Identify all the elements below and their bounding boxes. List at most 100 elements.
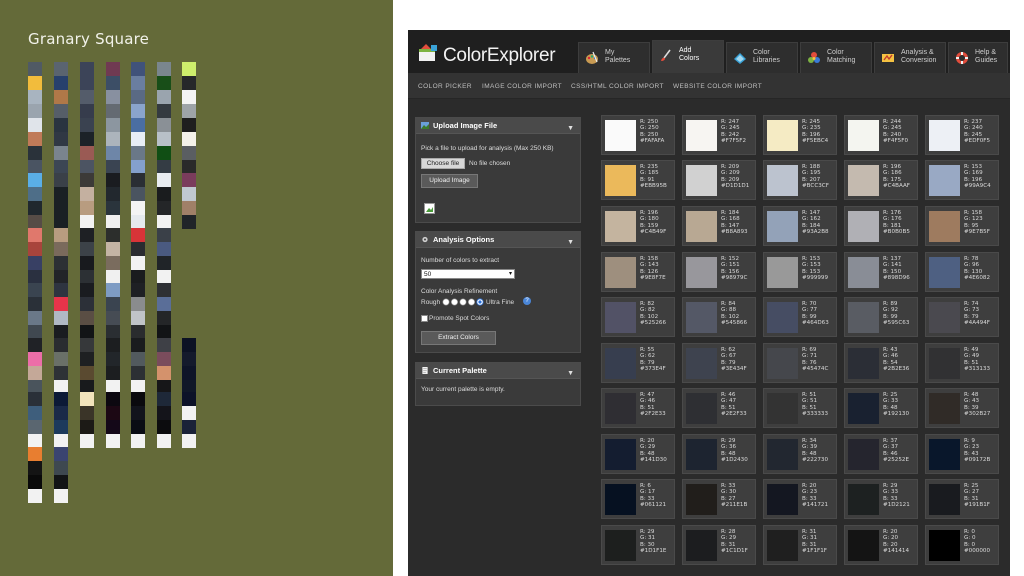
color-swatch-card[interactable]: R: 34 G: 39 B: 48 #222730 [763,434,837,474]
color-swatch-card[interactable]: R: 37 G: 37 B: 46 #25252E [844,434,918,474]
help-icon[interactable]: ? [523,297,531,305]
color-swatch-card[interactable]: R: 20 G: 23 B: 33 #141721 [763,479,837,519]
tab-help-guides[interactable]: Help & Guides [948,42,1008,73]
color-swatch[interactable] [929,439,960,470]
color-swatch-card[interactable]: R: 78 G: 96 B: 130 #4E6082 [925,252,999,292]
color-swatch[interactable] [767,257,798,288]
color-swatch[interactable] [686,165,717,196]
color-swatch-card[interactable]: R: 55 G: 62 B: 79 #373E4F [601,343,675,383]
color-swatch-card[interactable]: R: 29 G: 36 B: 48 #1D2430 [682,434,756,474]
color-swatch-card[interactable]: R: 25 G: 27 B: 31 #191B1F [925,479,999,519]
color-swatch[interactable] [929,120,960,151]
color-swatch[interactable] [605,302,636,333]
color-swatch[interactable] [686,393,717,424]
color-swatch-card[interactable]: R: 51 G: 51 B: 51 #333333 [763,388,837,428]
color-swatch[interactable] [686,530,717,561]
upload-image-panel-header[interactable]: Upload Image File ▼ [416,118,580,134]
color-swatch-card[interactable]: R: 33 G: 30 B: 27 #211E1B [682,479,756,519]
color-swatch[interactable] [686,439,717,470]
color-swatch[interactable] [605,120,636,151]
subnav-website-color-import[interactable]: WEBSITE COLOR IMPORT [673,83,762,90]
color-swatch[interactable] [605,484,636,515]
color-swatch[interactable] [848,120,879,151]
color-swatch-card[interactable]: R: 89 G: 92 B: 99 #595C63 [844,297,918,337]
color-swatch[interactable] [605,211,636,242]
color-swatch[interactable] [605,257,636,288]
tab-my-palettes[interactable]: My Palettes [578,42,650,73]
subnav-color-picker[interactable]: COLOR PICKER [418,83,472,90]
color-swatch[interactable] [929,393,960,424]
color-swatch-card[interactable]: R: 196 G: 180 B: 159 #C4B49F [601,206,675,246]
color-swatch[interactable] [767,484,798,515]
color-swatch[interactable] [767,348,798,379]
subnav-css-html-color-import[interactable]: CSS/HTML COLOR IMPORT [571,83,664,90]
color-swatch-card[interactable]: R: 196 G: 186 B: 175 #C4BAAF [844,160,918,200]
color-swatch-card[interactable]: R: 244 G: 245 B: 240 #F4F5F0 [844,115,918,155]
color-swatch[interactable] [848,484,879,515]
color-swatch-card[interactable]: R: 84 G: 88 B: 102 #545866 [682,297,756,337]
color-swatch[interactable] [848,348,879,379]
color-swatch[interactable] [848,302,879,333]
tab-color-matching[interactable]: Color Matching [800,42,872,73]
color-swatch-card[interactable]: R: 245 G: 235 B: 196 #F5EBC4 [763,115,837,155]
color-swatch[interactable] [848,257,879,288]
tab-analysis-conversion[interactable]: Analysis & Conversion [874,42,946,73]
color-swatch[interactable] [848,165,879,196]
color-swatch-card[interactable]: R: 188 G: 195 B: 207 #BCC3CF [763,160,837,200]
color-swatch[interactable] [605,393,636,424]
refinement-radio-group[interactable] [442,298,484,306]
color-swatch[interactable] [605,530,636,561]
color-swatch[interactable] [929,211,960,242]
color-swatch-card[interactable]: R: 147 G: 162 B: 184 #93A2B8 [763,206,837,246]
color-swatch[interactable] [848,530,879,561]
color-swatch-card[interactable]: R: 237 G: 240 B: 245 #EDF0F5 [925,115,999,155]
color-swatch[interactable] [605,165,636,196]
color-swatch-card[interactable]: R: 20 G: 20 B: 20 #141414 [844,525,918,565]
color-swatch[interactable] [686,211,717,242]
color-swatch[interactable] [767,302,798,333]
color-swatch-card[interactable]: R: 0 G: 0 B: 0 #000000 [925,525,999,565]
color-swatch[interactable] [767,165,798,196]
color-swatch[interactable] [767,120,798,151]
color-swatch-card[interactable]: R: 49 G: 49 B: 51 #313133 [925,343,999,383]
color-swatch-card[interactable]: R: 28 G: 29 B: 31 #1C1D1F [682,525,756,565]
color-swatch[interactable] [686,484,717,515]
color-swatch[interactable] [686,120,717,151]
color-swatch-card[interactable]: R: 82 G: 82 B: 102 #525266 [601,297,675,337]
promote-spot-colors-checkbox[interactable] [421,315,428,322]
subnav-image-color-import[interactable]: IMAGE COLOR IMPORT [482,83,562,90]
color-swatch[interactable] [848,211,879,242]
color-swatch-card[interactable]: R: 47 G: 46 B: 51 #2F2E33 [601,388,675,428]
color-swatch-card[interactable]: R: 25 G: 33 B: 48 #192130 [844,388,918,428]
color-swatch-card[interactable]: R: 43 G: 46 B: 54 #2B2E36 [844,343,918,383]
color-swatch-card[interactable]: R: 74 G: 73 B: 79 #4A494F [925,297,999,337]
color-swatch-card[interactable]: R: 20 G: 29 B: 48 #141D30 [601,434,675,474]
collapse-caret-icon[interactable]: ▼ [567,366,574,381]
color-swatch[interactable] [767,530,798,561]
color-swatch-card[interactable]: R: 29 G: 31 B: 30 #1D1F1E [601,525,675,565]
color-swatch[interactable] [848,393,879,424]
color-swatch[interactable] [686,257,717,288]
analysis-options-panel-header[interactable]: Analysis Options ▼ [416,232,580,248]
color-swatch-card[interactable]: R: 62 G: 67 B: 79 #3E434F [682,343,756,383]
color-swatch[interactable] [929,165,960,196]
color-swatch-card[interactable]: R: 6 G: 17 B: 33 #061121 [601,479,675,519]
color-swatch-card[interactable]: R: 31 G: 31 B: 31 #1F1F1F [763,525,837,565]
color-swatch-card[interactable]: R: 137 G: 141 B: 150 #898D96 [844,252,918,292]
color-swatch-card[interactable]: R: 9 G: 23 B: 43 #09172B [925,434,999,474]
color-swatch-card[interactable]: R: 184 G: 168 B: 147 #B8A893 [682,206,756,246]
color-swatch[interactable] [767,211,798,242]
color-swatch-card[interactable]: R: 69 G: 71 B: 76 #45474C [763,343,837,383]
color-swatch-card[interactable]: R: 70 G: 77 B: 99 #464D63 [763,297,837,337]
color-swatch-card[interactable]: R: 152 G: 151 B: 156 #98979C [682,252,756,292]
tab-color-libraries[interactable]: Color Libraries [726,42,798,73]
upload-image-button[interactable]: Upload Image [421,174,478,188]
color-swatch[interactable] [686,302,717,333]
color-swatch-card[interactable]: R: 158 G: 123 B: 95 #9E7B5F [925,206,999,246]
color-swatch-card[interactable]: R: 153 G: 169 B: 196 #99A9C4 [925,160,999,200]
color-swatch-card[interactable]: R: 153 G: 153 B: 153 #999999 [763,252,837,292]
color-swatch-card[interactable]: R: 46 G: 47 B: 51 #2E2F33 [682,388,756,428]
color-swatch[interactable] [605,439,636,470]
color-swatch[interactable] [929,257,960,288]
color-swatch[interactable] [686,348,717,379]
